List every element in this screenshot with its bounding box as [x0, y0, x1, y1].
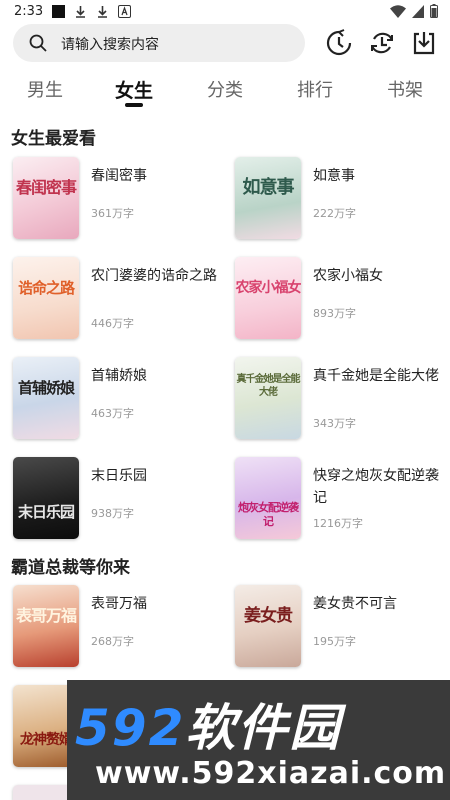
book-cover: 春闺密事 [13, 157, 79, 239]
book-card[interactable]: 姜女贵 姜女贵不可言 195万字 [235, 585, 450, 669]
book-word-count: 893万字 [313, 307, 356, 320]
book-card[interactable]: 炮灰女配逆袭记 快穿之炮灰女配逆袭记 1216万字 [235, 457, 450, 541]
search-icon [29, 34, 47, 52]
status-time: 2:33 [14, 4, 44, 19]
book-title: 农家小福女 [313, 268, 383, 284]
book-card[interactable]: 诰命之路 农门婆婆的诰命之路 446万字 [13, 257, 233, 341]
tab-active-indicator [125, 103, 143, 107]
watermark-logo: 592软件园 [75, 699, 342, 757]
watermark-banner: 592软件园 www.592xiazai.com [67, 680, 450, 800]
book-word-count: 361万字 [91, 207, 134, 220]
book-word-count: 268万字 [91, 635, 134, 648]
tab-male[interactable]: 男生 [27, 76, 63, 102]
section-title: 霸道总裁等你来 [11, 558, 130, 578]
book-cover: 诰命之路 [13, 257, 79, 339]
book-title: 如意事 [313, 168, 355, 184]
watermark-url: www.592xiazai.com [95, 756, 447, 791]
tab-ranking[interactable]: 排行 [297, 76, 333, 102]
book-title: 春闺密事 [91, 168, 147, 184]
book-title: 表哥万福 [91, 596, 147, 612]
download-icon [98, 6, 107, 18]
book-title: 快穿之炮灰女配逆袭记 [313, 468, 439, 506]
download-icon [76, 6, 85, 18]
signal-icon [412, 4, 424, 18]
book-word-count: 463万字 [91, 407, 134, 420]
battery-icon [430, 4, 438, 18]
book-cover: 炮灰女配逆袭记 [235, 457, 301, 539]
book-title: 真千金她是全能大佬 [313, 368, 439, 384]
book-word-count: 938万字 [91, 507, 134, 520]
book-cover: 末日乐园 [13, 457, 79, 539]
tab-bookshelf[interactable]: 书架 [387, 76, 423, 102]
book-cover: 姜女贵 [235, 585, 301, 667]
book-cover: 农家小福女 [235, 257, 301, 339]
book-cover: 表哥万福 [13, 585, 79, 667]
book-card[interactable]: 首辅娇娘 首辅娇娘 463万字 [13, 357, 233, 441]
tab-category[interactable]: 分类 [207, 76, 243, 102]
history-icon[interactable] [325, 29, 353, 57]
search-input[interactable]: 请输入搜索内容 [13, 24, 305, 62]
book-word-count: 195万字 [313, 635, 356, 648]
tab-female[interactable]: 女生 [115, 76, 153, 103]
book-title: 农门婆婆的诰命之路 [91, 268, 217, 284]
book-word-count: 222万字 [313, 207, 356, 220]
book-card[interactable]: 真千金她是全能大佬 真千金她是全能大佬 343万字 [235, 357, 450, 441]
wifi-icon [390, 4, 406, 18]
app-notification-icon [118, 5, 131, 18]
top-bar: 请输入搜索内容 [0, 24, 450, 66]
notification-square-icon [52, 5, 65, 18]
tab-bar: 男生 女生 分类 排行 书架 [0, 72, 450, 108]
book-word-count: 343万字 [313, 417, 356, 430]
book-cover: 如意事 [235, 157, 301, 239]
search-placeholder: 请输入搜索内容 [61, 37, 159, 53]
status-bar: 2:33 [0, 0, 450, 24]
download-icon[interactable] [410, 29, 438, 57]
book-card[interactable]: 如意事 如意事 222万字 [235, 157, 450, 241]
book-card[interactable]: 春闺密事 春闺密事 361万字 [13, 157, 233, 241]
book-card[interactable]: 表哥万福 表哥万福 268万字 [13, 585, 233, 669]
book-cover: 真千金她是全能大佬 [235, 357, 301, 439]
book-card[interactable]: 农家小福女 农家小福女 893万字 [235, 257, 450, 341]
book-word-count: 446万字 [91, 317, 134, 330]
sync-icon[interactable] [368, 29, 396, 57]
book-word-count: 1216万字 [313, 517, 363, 530]
book-title: 末日乐园 [91, 468, 147, 484]
book-title: 首辅娇娘 [91, 368, 147, 384]
book-title: 姜女贵不可言 [313, 596, 397, 612]
section-title: 女生最爱看 [11, 129, 96, 149]
book-cover: 首辅娇娘 [13, 357, 79, 439]
book-card[interactable]: 末日乐园 末日乐园 938万字 [13, 457, 233, 541]
